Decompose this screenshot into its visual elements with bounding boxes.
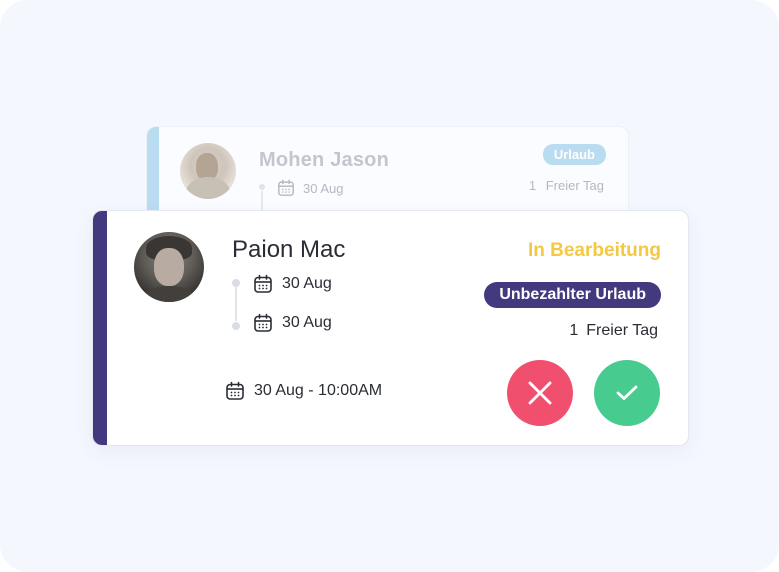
avatar — [180, 143, 236, 199]
start-date-label: 30 Aug — [282, 275, 332, 292]
request-datetime: 30 Aug - 10:00AM — [225, 381, 382, 401]
calendar-icon — [226, 381, 244, 400]
leave-request-card[interactable]: Paion Mac 30 Aug 30 Aug 30 Aug - 10:00AM… — [92, 210, 689, 446]
days-number: 1 — [528, 178, 537, 193]
days-count: 1 Freier Tag — [569, 322, 658, 340]
timeline-line — [235, 287, 237, 321]
leave-type-badge: Unbezahlter Urlaub — [484, 282, 661, 308]
end-date: 30 Aug — [253, 313, 332, 333]
employee-name: Paion Mac — [232, 236, 346, 263]
leave-type-badge: Urlaub — [542, 144, 606, 165]
calendar-icon — [254, 274, 272, 293]
end-date-label: 30 Aug — [282, 314, 332, 331]
timeline-dot — [259, 184, 265, 190]
calendar-icon — [278, 179, 294, 196]
days-label: Freier Tag — [545, 178, 604, 193]
start-date: 30 Aug — [277, 179, 344, 197]
employee-name: Mohen Jason — [259, 149, 389, 171]
close-icon — [528, 381, 552, 405]
status-label: In Bearbeitung — [527, 240, 661, 261]
check-icon — [616, 385, 638, 400]
reject-button[interactable] — [507, 360, 573, 426]
start-date-label: 30 Aug — [303, 180, 344, 196]
days-count: 1 Freier Tag — [529, 178, 604, 193]
timeline-dot-end — [232, 322, 240, 330]
avatar — [134, 232, 204, 302]
approve-button[interactable] — [594, 360, 660, 426]
start-date: 30 Aug — [253, 274, 332, 294]
days-label: Freier Tag — [586, 322, 658, 339]
timeline-dot-start — [232, 279, 240, 287]
days-number: 1 — [569, 322, 579, 339]
request-datetime-label: 30 Aug - 10:00AM — [254, 382, 383, 399]
card-accent-stripe — [93, 211, 107, 445]
calendar-icon — [254, 313, 272, 332]
